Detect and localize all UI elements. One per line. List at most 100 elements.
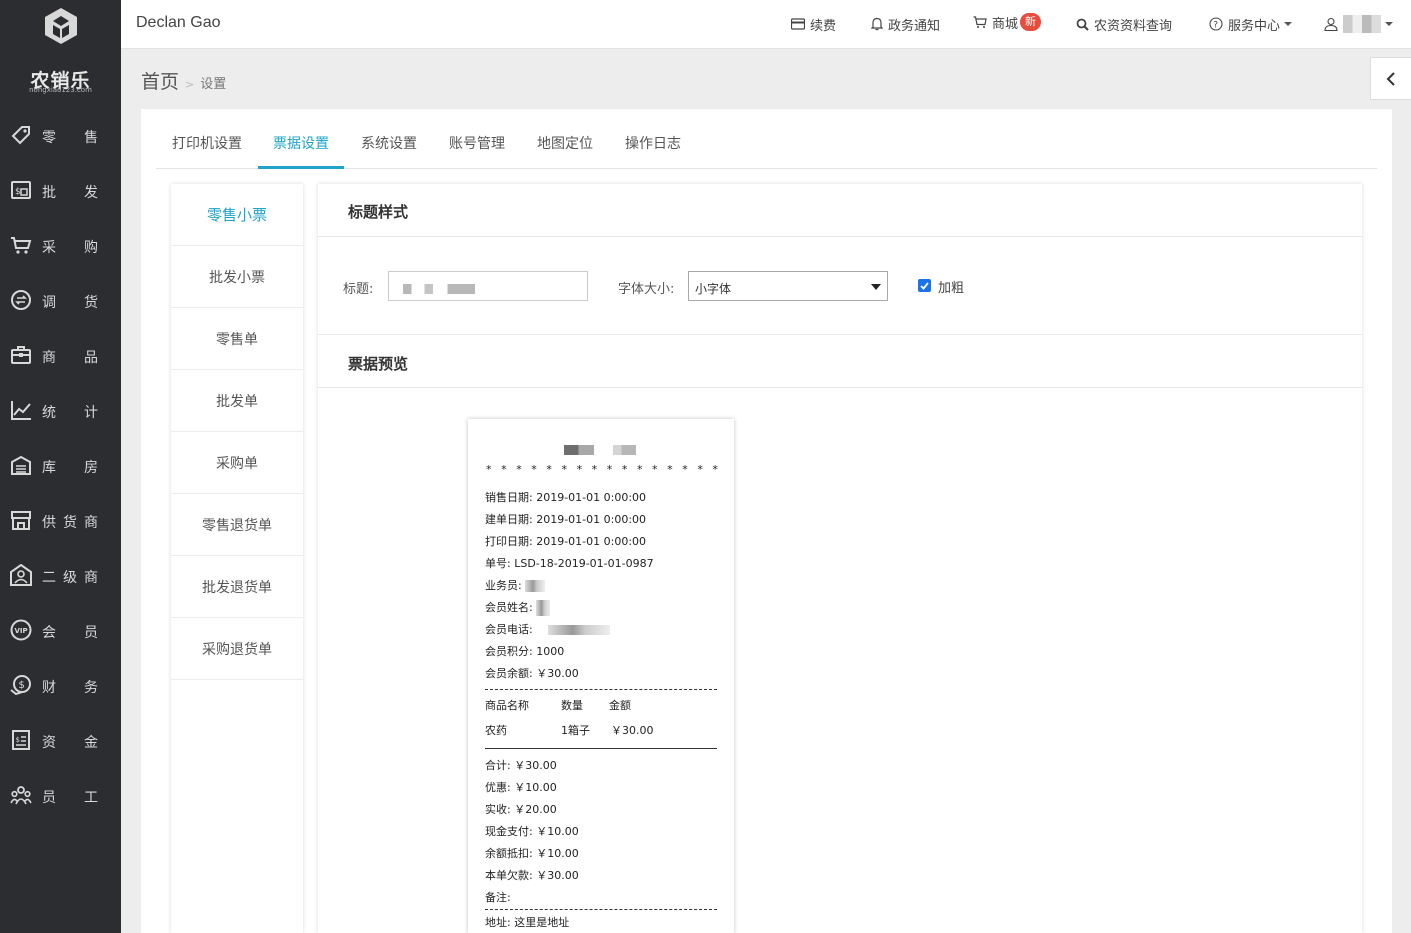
briefcase-icon xyxy=(11,346,31,364)
service-center-dropdown[interactable]: ? 服务中心 xyxy=(1209,15,1293,34)
money-icon: $ xyxy=(10,675,31,696)
member-name-row: 会员姓名: xyxy=(485,599,551,616)
svg-text:$: $ xyxy=(19,680,25,691)
search-icon xyxy=(1076,18,1089,31)
member-name-label: 会员姓名: xyxy=(485,601,533,614)
subnav-retail-return[interactable]: 零售退货单 xyxy=(171,494,303,556)
chevron-down-icon xyxy=(1385,22,1393,26)
address: 地址: 这里是地址 xyxy=(485,916,570,929)
sidebar-item-purchase[interactable]: 采购 xyxy=(0,218,121,273)
brand-logo[interactable]: 农销乐 nongxiao123.com xyxy=(0,0,121,105)
member-phone-row: 会员电话: xyxy=(485,621,611,637)
sidebar-item-label: 批发 xyxy=(42,185,98,201)
query-label: 农资资料查询 xyxy=(1094,18,1173,34)
sidebar-item-member[interactable]: VIP 会员 xyxy=(0,603,121,658)
remark: 备注: xyxy=(485,891,511,904)
wholesale-icon: $ xyxy=(11,181,31,199)
breadcrumb-home[interactable]: 首页 xyxy=(141,67,179,94)
funds-icon: $ xyxy=(12,730,30,750)
member-phone-label: 会员电话: xyxy=(485,623,533,636)
salesman-row: 业务员: xyxy=(485,577,546,593)
sidebar-item-label: 零售 xyxy=(42,130,98,146)
preview-heading: 票据预览 xyxy=(348,355,409,373)
member-points: 会员积分: 1000 xyxy=(485,645,565,658)
sidebar-item-finance[interactable]: $ 财务 xyxy=(0,658,121,713)
sidebar-item-stats[interactable]: 统计 xyxy=(0,383,121,438)
help-icon: ? xyxy=(1209,17,1223,31)
collapse-button[interactable] xyxy=(1370,57,1411,100)
sidebar-item-warehouse[interactable]: 库房 xyxy=(0,438,121,493)
notice-link[interactable]: 政务通知 xyxy=(871,15,940,34)
breadcrumb-current: 设置 xyxy=(200,77,227,92)
svg-text:$: $ xyxy=(16,736,20,744)
redacted-value xyxy=(525,580,546,592)
salesman-label: 业务员: xyxy=(485,579,522,592)
breadcrumb-separator: > xyxy=(185,78,195,91)
sidebar-item-label: 供货商 xyxy=(42,515,98,531)
chevron-left-icon xyxy=(1386,71,1395,86)
tab-log[interactable]: 操作日志 xyxy=(625,133,681,169)
person-icon xyxy=(10,564,32,586)
redacted-value xyxy=(403,284,475,294)
redacted-value xyxy=(536,600,551,616)
sale-date: 销售日期: 2019-01-01 0:00:00 xyxy=(485,491,647,504)
sidebar-item-label: 财务 xyxy=(42,680,98,696)
chevron-down-icon xyxy=(1284,22,1293,26)
user-menu[interactable] xyxy=(1324,15,1393,33)
sidebar-item-transfer[interactable]: 调货 xyxy=(0,273,121,328)
tab-account[interactable]: 账号管理 xyxy=(449,133,505,169)
avatar xyxy=(1343,15,1381,33)
order-number: 单号: LSD-18-2019-01-01-0987 xyxy=(485,557,654,570)
sidebar-item-label: 库房 xyxy=(42,460,98,476)
subnav-retail-ticket[interactable]: 零售小票 xyxy=(171,184,303,246)
col-header-qty: 数量 xyxy=(561,699,583,712)
subnav-purchase-return[interactable]: 采购退货单 xyxy=(171,618,303,680)
top-bar: Declan Gao 续费 政务通知 商城 新 农资资料查询 ? 服务中心 xyxy=(121,0,1411,49)
redacted-value xyxy=(548,625,611,635)
card-icon xyxy=(791,18,805,30)
sidebar-item-label: 采购 xyxy=(42,240,98,256)
mall-link[interactable]: 商城 新 xyxy=(973,13,1042,32)
sidebar-item-secondary[interactable]: 二级商 xyxy=(0,548,121,603)
sidebar-item-supplier[interactable]: 供货商 xyxy=(0,493,121,548)
account-name: Declan Gao xyxy=(136,14,221,31)
subnav-wholesale-ticket[interactable]: 批发小票 xyxy=(171,246,303,308)
sidebar-item-retail[interactable]: 零售 xyxy=(0,108,121,163)
receipt-preview: * * * * * * * * * * * * * * * * 销售日期: 2019-01-01 0:00:0… xyxy=(468,419,734,933)
sidebar-item-goods[interactable]: 商品 xyxy=(0,328,121,383)
subnav-wholesale-return[interactable]: 批发退货单 xyxy=(171,556,303,618)
item-qty: 1箱子 xyxy=(561,724,590,737)
sidebar: 农销乐 nongxiao123.com 零售 $ 批发 采购 调货 商品 统计 xyxy=(0,0,121,933)
svg-text:?: ? xyxy=(1213,21,1218,31)
subnav-purchase-order[interactable]: 采购单 xyxy=(171,432,303,494)
sidebar-item-label: 会员 xyxy=(42,625,98,641)
logo-mark-icon xyxy=(45,8,77,44)
debt: 本单欠款: ￥30.00 xyxy=(485,869,579,882)
title-input[interactable] xyxy=(388,271,588,301)
tab-printer[interactable]: 打印机设置 xyxy=(171,133,243,169)
col-header-amount: 金额 xyxy=(609,699,631,712)
sidebar-nav: 零售 $ 批发 采购 调货 商品 统计 库房 供货商 二级商 VIP 会员 $ … xyxy=(0,108,121,823)
total: 合计: ￥30.00 xyxy=(485,759,557,772)
service-label: 服务中心 xyxy=(1228,18,1281,34)
tab-system[interactable]: 系统设置 xyxy=(361,133,417,169)
subnav-wholesale-order[interactable]: 批发单 xyxy=(171,370,303,432)
renew-link[interactable]: 续费 xyxy=(791,15,836,34)
create-date: 建单日期: 2019-01-01 0:00:00 xyxy=(485,513,647,526)
tab-map[interactable]: 地图定位 xyxy=(537,133,593,169)
sidebar-item-wholesale[interactable]: $ 批发 xyxy=(0,163,121,218)
tab-receipt[interactable]: 票据设置 xyxy=(258,133,344,169)
font-size-select[interactable]: 小字体 xyxy=(688,271,888,301)
print-date: 打印日期: 2019-01-01 0:00:00 xyxy=(485,535,647,548)
mall-label: 商城 xyxy=(992,16,1019,32)
sidebar-item-staff[interactable]: 员工 xyxy=(0,768,121,823)
font-size-value: 小字体 xyxy=(695,282,732,296)
query-link[interactable]: 农资资料查询 xyxy=(1076,15,1173,34)
receipt-title-redacted xyxy=(564,445,636,455)
subnav-retail-order[interactable]: 零售单 xyxy=(171,308,303,370)
bold-checkbox[interactable] xyxy=(918,279,931,292)
sidebar-item-label: 统计 xyxy=(42,405,98,421)
sidebar-item-funds[interactable]: $ 资金 xyxy=(0,713,121,768)
cash-paid: 现金支付: ￥10.00 xyxy=(485,825,579,838)
divider xyxy=(485,748,717,749)
